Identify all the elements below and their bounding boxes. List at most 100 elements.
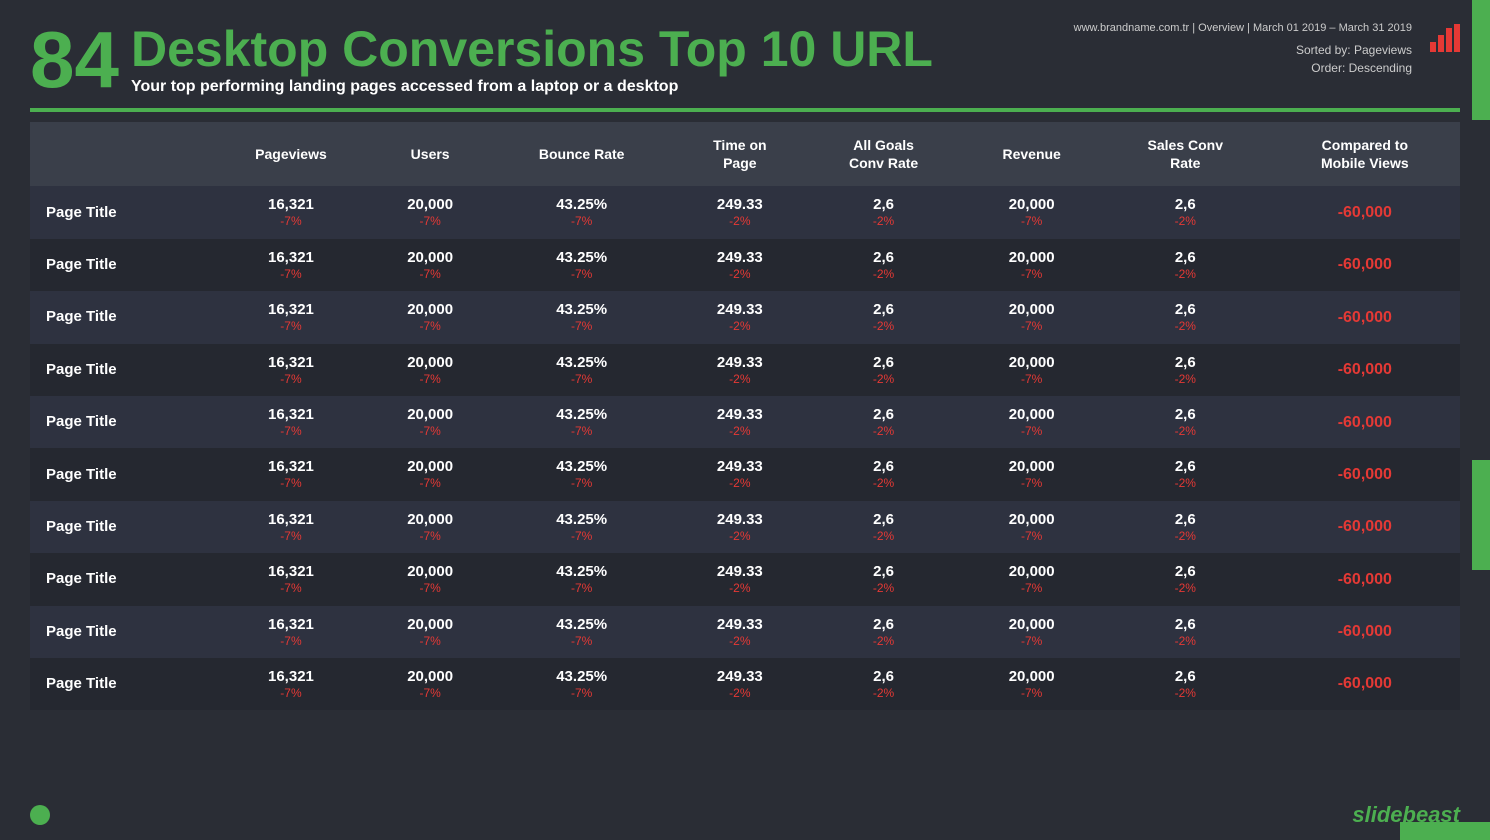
cell-compared-mobile: -60,000 xyxy=(1270,658,1460,710)
cell-users: 20,000-7% xyxy=(372,186,488,238)
footer: slidebeast xyxy=(30,802,1460,828)
cell-compared-mobile: -60,000 xyxy=(1270,291,1460,343)
cell-pageviews: 16,321-7% xyxy=(210,658,372,710)
cell-bounce-rate: 43.25%-7% xyxy=(488,501,675,553)
cell-page-title: Page Title xyxy=(30,291,210,343)
website-info: www.brandname.com.tr | Overview | March … xyxy=(1074,20,1412,37)
cell-users: 20,000-7% xyxy=(372,448,488,500)
main-title: Desktop Conversions Top 10 URL xyxy=(131,24,933,74)
cell-bounce-rate: 43.25%-7% xyxy=(488,448,675,500)
cell-compared-mobile: -60,000 xyxy=(1270,186,1460,238)
col-header-bounce-rate: Bounce Rate xyxy=(488,122,675,186)
main-container: 84 Desktop Conversions Top 10 URL Your t… xyxy=(0,0,1490,840)
cell-revenue: 20,000-7% xyxy=(962,396,1100,448)
cell-revenue: 20,000-7% xyxy=(962,291,1100,343)
cell-compared-mobile: -60,000 xyxy=(1270,396,1460,448)
cell-users: 20,000-7% xyxy=(372,553,488,605)
table-header-row: Pageviews Users Bounce Rate Time onPage … xyxy=(30,122,1460,186)
cell-revenue: 20,000-7% xyxy=(962,553,1100,605)
cell-users: 20,000-7% xyxy=(372,291,488,343)
cell-page-title: Page Title xyxy=(30,344,210,396)
cell-bounce-rate: 43.25%-7% xyxy=(488,658,675,710)
cell-time-on-page: 249.33-2% xyxy=(675,186,805,238)
cell-revenue: 20,000-7% xyxy=(962,344,1100,396)
cell-sales-conv-rate: 2,6-2% xyxy=(1101,344,1270,396)
cell-sales-conv-rate: 2,6-2% xyxy=(1101,606,1270,658)
cell-bounce-rate: 43.25%-7% xyxy=(488,239,675,291)
cell-time-on-page: 249.33-2% xyxy=(675,501,805,553)
cell-time-on-page: 249.33-2% xyxy=(675,658,805,710)
cell-bounce-rate: 43.25%-7% xyxy=(488,553,675,605)
cell-revenue: 20,000-7% xyxy=(962,501,1100,553)
cell-time-on-page: 249.33-2% xyxy=(675,448,805,500)
col-header-time-on-page: Time onPage xyxy=(675,122,805,186)
footer-dot xyxy=(30,805,50,825)
cell-goals-conv-rate: 2,6-2% xyxy=(805,448,963,500)
sort-info: Sorted by: Pageviews Order: Descending xyxy=(1074,41,1412,77)
table-row: Page Title16,321-7%20,000-7%43.25%-7%249… xyxy=(30,606,1460,658)
cell-goals-conv-rate: 2,6-2% xyxy=(805,291,963,343)
title-section: 84 Desktop Conversions Top 10 URL Your t… xyxy=(30,20,933,100)
cell-compared-mobile: -60,000 xyxy=(1270,501,1460,553)
cell-sales-conv-rate: 2,6-2% xyxy=(1101,396,1270,448)
table-row: Page Title16,321-7%20,000-7%43.25%-7%249… xyxy=(30,396,1460,448)
green-divider xyxy=(30,108,1460,112)
cell-time-on-page: 249.33-2% xyxy=(675,396,805,448)
header: 84 Desktop Conversions Top 10 URL Your t… xyxy=(0,0,1490,122)
big-number: 84 xyxy=(30,20,119,100)
brand-label: slidebeast xyxy=(1352,802,1460,828)
cell-users: 20,000-7% xyxy=(372,606,488,658)
cell-pageviews: 16,321-7% xyxy=(210,291,372,343)
col-header-sales-conv-rate: Sales ConvRate xyxy=(1101,122,1270,186)
cell-page-title: Page Title xyxy=(30,501,210,553)
cell-pageviews: 16,321-7% xyxy=(210,396,372,448)
title-block: Desktop Conversions Top 10 URL Your top … xyxy=(131,24,933,96)
col-header-pageviews: Pageviews xyxy=(210,122,372,186)
cell-users: 20,000-7% xyxy=(372,501,488,553)
cell-compared-mobile: -60,000 xyxy=(1270,606,1460,658)
cell-compared-mobile: -60,000 xyxy=(1270,553,1460,605)
cell-page-title: Page Title xyxy=(30,606,210,658)
cell-goals-conv-rate: 2,6-2% xyxy=(805,501,963,553)
data-table: Pageviews Users Bounce Rate Time onPage … xyxy=(30,122,1460,710)
table-container: Pageviews Users Bounce Rate Time onPage … xyxy=(0,122,1490,710)
table-row: Page Title16,321-7%20,000-7%43.25%-7%249… xyxy=(30,291,1460,343)
cell-sales-conv-rate: 2,6-2% xyxy=(1101,239,1270,291)
cell-users: 20,000-7% xyxy=(372,396,488,448)
col-header-users: Users xyxy=(372,122,488,186)
table-row: Page Title16,321-7%20,000-7%43.25%-7%249… xyxy=(30,186,1460,238)
cell-sales-conv-rate: 2,6-2% xyxy=(1101,448,1270,500)
cell-pageviews: 16,321-7% xyxy=(210,501,372,553)
green-accent-mid xyxy=(1472,460,1490,570)
col-header-compared-mobile: Compared toMobile Views xyxy=(1270,122,1460,186)
cell-bounce-rate: 43.25%-7% xyxy=(488,396,675,448)
cell-pageviews: 16,321-7% xyxy=(210,186,372,238)
cell-time-on-page: 249.33-2% xyxy=(675,553,805,605)
cell-page-title: Page Title xyxy=(30,186,210,238)
cell-page-title: Page Title xyxy=(30,658,210,710)
cell-goals-conv-rate: 2,6-2% xyxy=(805,396,963,448)
cell-pageviews: 16,321-7% xyxy=(210,448,372,500)
col-header-goals-conv-rate: All GoalsConv Rate xyxy=(805,122,963,186)
table-row: Page Title16,321-7%20,000-7%43.25%-7%249… xyxy=(30,553,1460,605)
cell-goals-conv-rate: 2,6-2% xyxy=(805,553,963,605)
cell-users: 20,000-7% xyxy=(372,658,488,710)
table-row: Page Title16,321-7%20,000-7%43.25%-7%249… xyxy=(30,239,1460,291)
cell-revenue: 20,000-7% xyxy=(962,186,1100,238)
cell-revenue: 20,000-7% xyxy=(962,448,1100,500)
cell-bounce-rate: 43.25%-7% xyxy=(488,606,675,658)
subtitle: Your top performing landing pages access… xyxy=(131,78,933,96)
cell-revenue: 20,000-7% xyxy=(962,606,1100,658)
cell-time-on-page: 249.33-2% xyxy=(675,239,805,291)
cell-pageviews: 16,321-7% xyxy=(210,344,372,396)
table-row: Page Title16,321-7%20,000-7%43.25%-7%249… xyxy=(30,344,1460,396)
cell-goals-conv-rate: 2,6-2% xyxy=(805,239,963,291)
cell-compared-mobile: -60,000 xyxy=(1270,448,1460,500)
cell-time-on-page: 249.33-2% xyxy=(675,606,805,658)
cell-bounce-rate: 43.25%-7% xyxy=(488,291,675,343)
table-row: Page Title16,321-7%20,000-7%43.25%-7%249… xyxy=(30,448,1460,500)
cell-pageviews: 16,321-7% xyxy=(210,239,372,291)
cell-compared-mobile: -60,000 xyxy=(1270,344,1460,396)
table-row: Page Title16,321-7%20,000-7%43.25%-7%249… xyxy=(30,658,1460,710)
cell-bounce-rate: 43.25%-7% xyxy=(488,344,675,396)
